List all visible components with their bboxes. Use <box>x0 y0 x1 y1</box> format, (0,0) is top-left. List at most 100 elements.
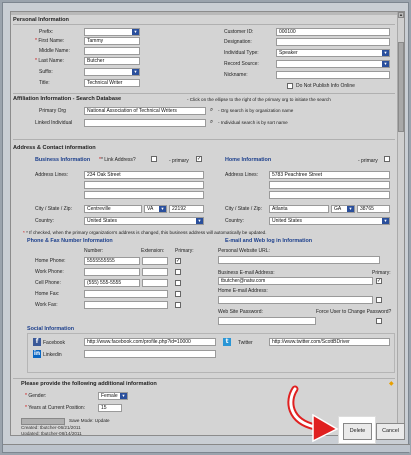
chevron-down-icon: ▼ <box>159 206 166 212</box>
middle-name-label: Middle Name: <box>39 48 70 54</box>
prefix-select[interactable]: ▼ <box>84 28 140 36</box>
suffix-select[interactable]: ▼ <box>84 68 140 76</box>
linked-individual-label: Linked Individual <box>35 120 73 126</box>
force-change-label: Force User to Change Password? <box>316 309 392 315</box>
home-email-input[interactable] <box>218 296 373 304</box>
link-address-note: * * If checked, when the primary organiz… <box>23 230 267 235</box>
years-input[interactable]: 15 <box>98 404 122 412</box>
facebook-url-input[interactable]: http://www.facebook.com/profile.php?id=1… <box>84 338 216 346</box>
record-source-label: Record Source: <box>224 61 259 67</box>
updated-stamp: Updated: tbutcher-08/14/2011 <box>21 431 82 436</box>
home-fax-primary-checkbox[interactable] <box>175 291 181 297</box>
designation-input[interactable] <box>276 38 390 46</box>
designation-label: Designation: <box>224 39 252 45</box>
home-phone-primary-checkbox[interactable]: ✓ <box>175 258 181 264</box>
business-state-select[interactable]: VA ▼ <box>144 205 167 213</box>
chevron-down-icon: ▼ <box>132 69 139 75</box>
link-address-checkbox[interactable] <box>151 156 157 162</box>
home-fax-input[interactable] <box>84 290 168 298</box>
search-icon[interactable]: ⌕ <box>208 119 215 126</box>
home-phone-ext[interactable] <box>142 257 168 265</box>
home-primary-checkbox[interactable] <box>384 156 390 162</box>
chevron-down-icon: ▼ <box>132 29 139 35</box>
primary-org-input[interactable]: National Association of Technical Writer… <box>84 107 206 115</box>
individual-type-select[interactable]: Speaker ▼ <box>276 49 390 57</box>
cell-phone-primary-checkbox[interactable] <box>175 280 181 286</box>
business-address-line2[interactable] <box>84 181 204 189</box>
home-city-label: City / State / Zip: <box>225 206 262 212</box>
chevron-down-icon: ▼ <box>382 218 389 224</box>
business-email-primary-checkbox[interactable]: ✓ <box>376 278 382 284</box>
home-country-select[interactable]: United States ▼ <box>269 217 390 225</box>
business-country-select[interactable]: United States ▼ <box>84 217 204 225</box>
personal-website-input[interactable] <box>218 256 380 264</box>
primary-header: Primary: <box>175 248 194 254</box>
work-phone-label: Work Phone: <box>35 269 64 275</box>
work-fax-input[interactable] <box>84 301 168 309</box>
home-info-title: Home Information <box>225 157 272 163</box>
do-not-publish-checkbox[interactable] <box>287 83 293 89</box>
suffix-label: Suffix: <box>39 69 53 75</box>
business-email-input[interactable]: tbutcher@natw.com <box>218 277 373 285</box>
horizontal-scrollbar[interactable] <box>3 444 410 452</box>
home-state-select[interactable]: GA ▼ <box>331 205 355 213</box>
scroll-up-icon[interactable]: ▲ <box>398 12 404 18</box>
business-zip-input[interactable]: 22192 <box>169 205 204 213</box>
extension-header: Extension: <box>141 248 165 254</box>
business-email-label: Business E-mail Address: <box>218 270 275 276</box>
business-city-input[interactable]: Centreville <box>84 205 142 213</box>
linked-individual-input[interactable] <box>84 119 206 127</box>
home-email-primary-checkbox[interactable] <box>376 297 382 303</box>
work-phone-primary-checkbox[interactable] <box>175 269 181 275</box>
last-name-input[interactable]: Butcher <box>84 57 140 65</box>
primary-org-note: - Org search is by organization name <box>218 108 294 113</box>
home-address-label: Address Lines: <box>225 172 259 178</box>
web-password-input[interactable] <box>218 317 316 325</box>
twitter-url-input[interactable]: http://www.twitter.com/ScottBDriver <box>269 338 390 346</box>
divider <box>13 24 395 25</box>
personal-website-label: Personal Website URL: <box>218 248 270 254</box>
facebook-label: Facebook <box>43 340 65 346</box>
do-not-publish-label: Do Not Publish Info Online <box>296 83 355 89</box>
save-mode-indicator <box>21 418 65 425</box>
cancel-button[interactable]: Cancel <box>376 423 405 440</box>
force-change-checkbox[interactable] <box>376 318 382 324</box>
panel-top-bar <box>11 12 404 15</box>
work-phone-ext[interactable] <box>142 268 168 276</box>
gender-select[interactable]: Female ▼ <box>98 392 128 400</box>
collapse-icon[interactable]: ◆ <box>389 380 394 387</box>
customer-id-input[interactable]: 000100 <box>276 28 390 36</box>
home-zip-input[interactable]: 38765 <box>357 205 390 213</box>
contact-form-panel: Personal Information Prefix: ▼ * First N… <box>10 11 405 436</box>
first-name-input[interactable]: Tammy <box>84 37 140 45</box>
save-mode-label: Save Mode: Update <box>69 418 110 423</box>
home-phone-input[interactable]: 5555555555 <box>84 257 140 265</box>
delete-button[interactable]: Delete <box>343 423 372 440</box>
scroll-thumb[interactable] <box>398 42 404 132</box>
job-title-input[interactable]: Technical Writer <box>84 79 140 87</box>
search-icon[interactable]: ⌕ <box>208 107 215 114</box>
linkedin-icon: in <box>33 350 41 358</box>
home-address-line2[interactable] <box>269 181 390 189</box>
number-header: Number: <box>84 248 104 254</box>
vertical-scrollbar[interactable]: ▲ ▼ <box>397 12 404 435</box>
middle-name-input[interactable] <box>84 47 140 55</box>
cell-phone-input[interactable]: (555) 555-5555 <box>84 279 140 287</box>
home-fax-label: Home Fax: <box>35 291 60 297</box>
work-fax-primary-checkbox[interactable] <box>175 302 181 308</box>
nickname-input[interactable] <box>276 71 390 79</box>
home-address-line1[interactable]: 5783 Peachtree Street <box>269 171 390 179</box>
last-name-label: * Last Name: <box>35 58 64 64</box>
business-address-line3[interactable] <box>84 191 204 199</box>
business-primary-checkbox[interactable]: ✓ <box>196 156 202 162</box>
work-phone-input[interactable] <box>84 268 140 276</box>
first-name-label: * First Name: <box>35 38 65 44</box>
business-primary-label: - primary <box>169 158 189 164</box>
divider <box>13 93 395 94</box>
home-address-line3[interactable] <box>269 191 390 199</box>
linkedin-url-input[interactable] <box>84 350 216 358</box>
record-source-select[interactable]: ▼ <box>276 60 390 68</box>
business-address-line1[interactable]: 234 Oak Street <box>84 171 204 179</box>
home-city-input[interactable]: Atlanta <box>269 205 329 213</box>
cell-phone-ext[interactable] <box>142 279 168 287</box>
